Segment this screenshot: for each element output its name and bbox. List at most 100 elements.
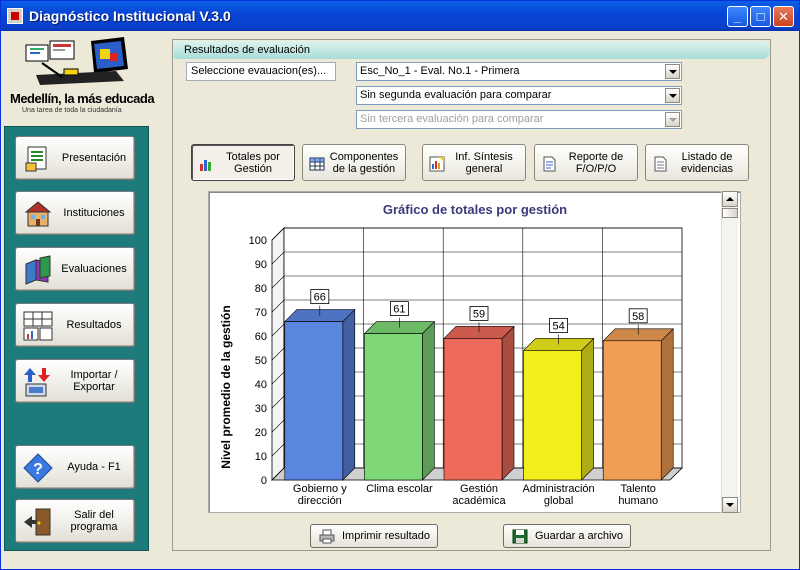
logo-computer-icon <box>25 37 128 85</box>
sidebar-item-label: Evaluaciones <box>61 263 127 275</box>
chart-bar: 58 <box>602 308 674 481</box>
x-tick-label: humano <box>618 495 658 507</box>
report-chart-icon <box>429 156 445 172</box>
client-area: Medellín, la más educada Una tarea de to… <box>4 31 796 567</box>
chevron-down-icon[interactable] <box>665 88 680 103</box>
logo-subtitle: Una tarea de toda la ciudadanía <box>22 107 122 114</box>
evaluation-1-combo[interactable]: Esc_No_1 - Eval. No.1 - Primera <box>356 62 682 81</box>
chart-scrollbar[interactable] <box>721 191 738 513</box>
chart-frame: Gráfico de totales por gestión Nivel pro… <box>208 191 741 513</box>
list-document-icon <box>654 156 667 172</box>
save-to-file-button[interactable]: Guardar a archivo <box>503 524 631 548</box>
sidebar-item-importar-exportar[interactable]: Importar / Exportar <box>15 359 135 403</box>
print-label: Imprimir resultado <box>341 530 431 542</box>
totals-bar-chart: Gráfico de totales por gestión Nivel pro… <box>219 202 683 507</box>
combo-value: Sin tercera evaluación para comparar <box>360 113 544 125</box>
x-tick-label: académica <box>452 495 506 507</box>
tab-componentes-gestion[interactable]: Componentes de la gestión <box>302 144 406 181</box>
arrow-down-icon <box>726 503 734 507</box>
tab-sintesis-general[interactable]: Inf. Síntesis general <box>422 144 526 181</box>
x-tick-label: Gestión <box>460 483 498 495</box>
svg-text:?: ? <box>33 461 43 478</box>
save-disk-icon <box>512 529 528 544</box>
scroll-up-button[interactable] <box>722 191 738 207</box>
scroll-thumb[interactable] <box>722 208 738 218</box>
sidebar-item-salir[interactable]: Salir del programa <box>15 499 135 543</box>
logo: Medellín, la más educada Una tarea de to… <box>6 33 156 123</box>
bar-side <box>342 308 356 481</box>
help-icon: ? <box>23 453 53 483</box>
maximize-button[interactable]: □ <box>750 6 771 27</box>
tab-label: Totales por Gestión <box>226 150 280 175</box>
presentation-icon <box>25 146 47 172</box>
y-tick-label: 30 <box>255 403 267 415</box>
combo-value: Esc_No_1 - Eval. No.1 - Primera <box>360 65 520 77</box>
scroll-down-button[interactable] <box>722 497 738 513</box>
sidebar-item-ayuda[interactable]: ? Ayuda - F1 <box>15 445 135 489</box>
y-tick-label: 90 <box>255 259 267 271</box>
y-tick-label: 80 <box>255 283 267 295</box>
sidebar: Medellín, la más educada Una tarea de to… <box>4 31 155 551</box>
data-label: 66 <box>314 292 326 304</box>
y-tick-label: 100 <box>249 235 267 247</box>
sidebar-item-label: Salir del programa <box>70 509 118 533</box>
bar-front <box>523 350 582 481</box>
sidebar-item-label: Importar / Exportar <box>70 369 118 393</box>
x-tick-label: Gobierno y <box>293 483 347 495</box>
arrow-up-icon <box>726 197 734 201</box>
title-bar[interactable]: Diagnóstico Institucional V.3.0 _ □ ✕ <box>1 1 799 31</box>
sidebar-item-resultados[interactable]: Resultados <box>15 303 135 347</box>
chart-bar: 66 <box>284 289 356 481</box>
sidebar-item-instituciones[interactable]: Instituciones <box>15 191 135 235</box>
document-icon <box>543 156 556 172</box>
y-tick-label: 0 <box>261 475 267 487</box>
bar-side <box>501 325 515 481</box>
print-results-button[interactable]: Imprimir resultado <box>310 524 438 548</box>
bar-front <box>443 338 503 481</box>
y-tick-label: 60 <box>255 331 267 343</box>
tab-listado-evidencias[interactable]: Listado de evidencias <box>645 144 749 181</box>
chart-bar: 59 <box>443 306 515 481</box>
data-label: 59 <box>473 308 485 320</box>
save-label: Guardar a archivo <box>534 530 624 542</box>
chart-x-labels: Gobierno ydirección Clima escolar Gestióna… <box>293 483 658 507</box>
results-panel: Resultados de evaluación Seleccione evau… <box>172 39 771 551</box>
sidebar-item-label: Resultados <box>66 319 122 331</box>
x-tick-label: global <box>544 495 573 507</box>
bar-front <box>284 321 344 481</box>
chevron-down-icon <box>665 112 680 127</box>
school-building-icon <box>24 201 52 227</box>
sidebar-item-label: Ayuda - F1 <box>67 461 121 473</box>
select-evaluations-label: Seleccione evauacion(es)... <box>186 62 336 81</box>
chart-bar: 54 <box>522 318 595 481</box>
data-label: 58 <box>632 311 644 323</box>
sidebar-item-label: Instituciones <box>63 207 125 219</box>
sidebar-item-presentacion[interactable]: Presentación <box>15 136 135 180</box>
evaluation-3-combo: Sin tercera evaluación para comparar <box>356 110 682 129</box>
tab-label: Inf. Síntesis general <box>455 150 513 175</box>
bar-side <box>422 320 435 481</box>
bar-front <box>364 333 423 481</box>
bar-side <box>660 328 674 481</box>
evaluation-2-combo[interactable]: Sin segunda evaluación para comparar <box>356 86 682 105</box>
chart-y-ticks: 0 10 20 30 40 50 60 70 80 90 100 <box>249 235 267 487</box>
bar-chart-icon <box>200 160 211 171</box>
x-tick-label: dirección <box>298 495 342 507</box>
tab-label: Componentes de la gestión <box>329 150 399 175</box>
sidebar-item-evaluaciones[interactable]: Evaluaciones <box>15 247 135 291</box>
minimize-button[interactable]: _ <box>727 6 748 27</box>
tab-label: Reporte de F/O/P/O <box>568 150 624 175</box>
logo-text: Medellín, la más educada <box>10 91 155 106</box>
tab-totales-por-gestion[interactable]: Totales por Gestión <box>191 144 295 181</box>
close-button[interactable]: ✕ <box>773 6 794 27</box>
y-tick-label: 70 <box>255 307 267 319</box>
grid-icon <box>309 157 325 171</box>
chevron-down-icon[interactable] <box>665 64 680 79</box>
tab-reporte-fopo[interactable]: Reporte de F/O/P/O <box>534 144 638 181</box>
printer-icon <box>319 529 335 544</box>
window-title: Diagnóstico Institucional V.3.0 <box>29 8 231 24</box>
chart-y-axis-label: Nivel promedio de la gestión <box>219 305 233 468</box>
results-table-icon <box>23 311 53 341</box>
tab-label: Listado de evidencias <box>681 150 733 175</box>
exit-door-icon <box>24 508 51 536</box>
